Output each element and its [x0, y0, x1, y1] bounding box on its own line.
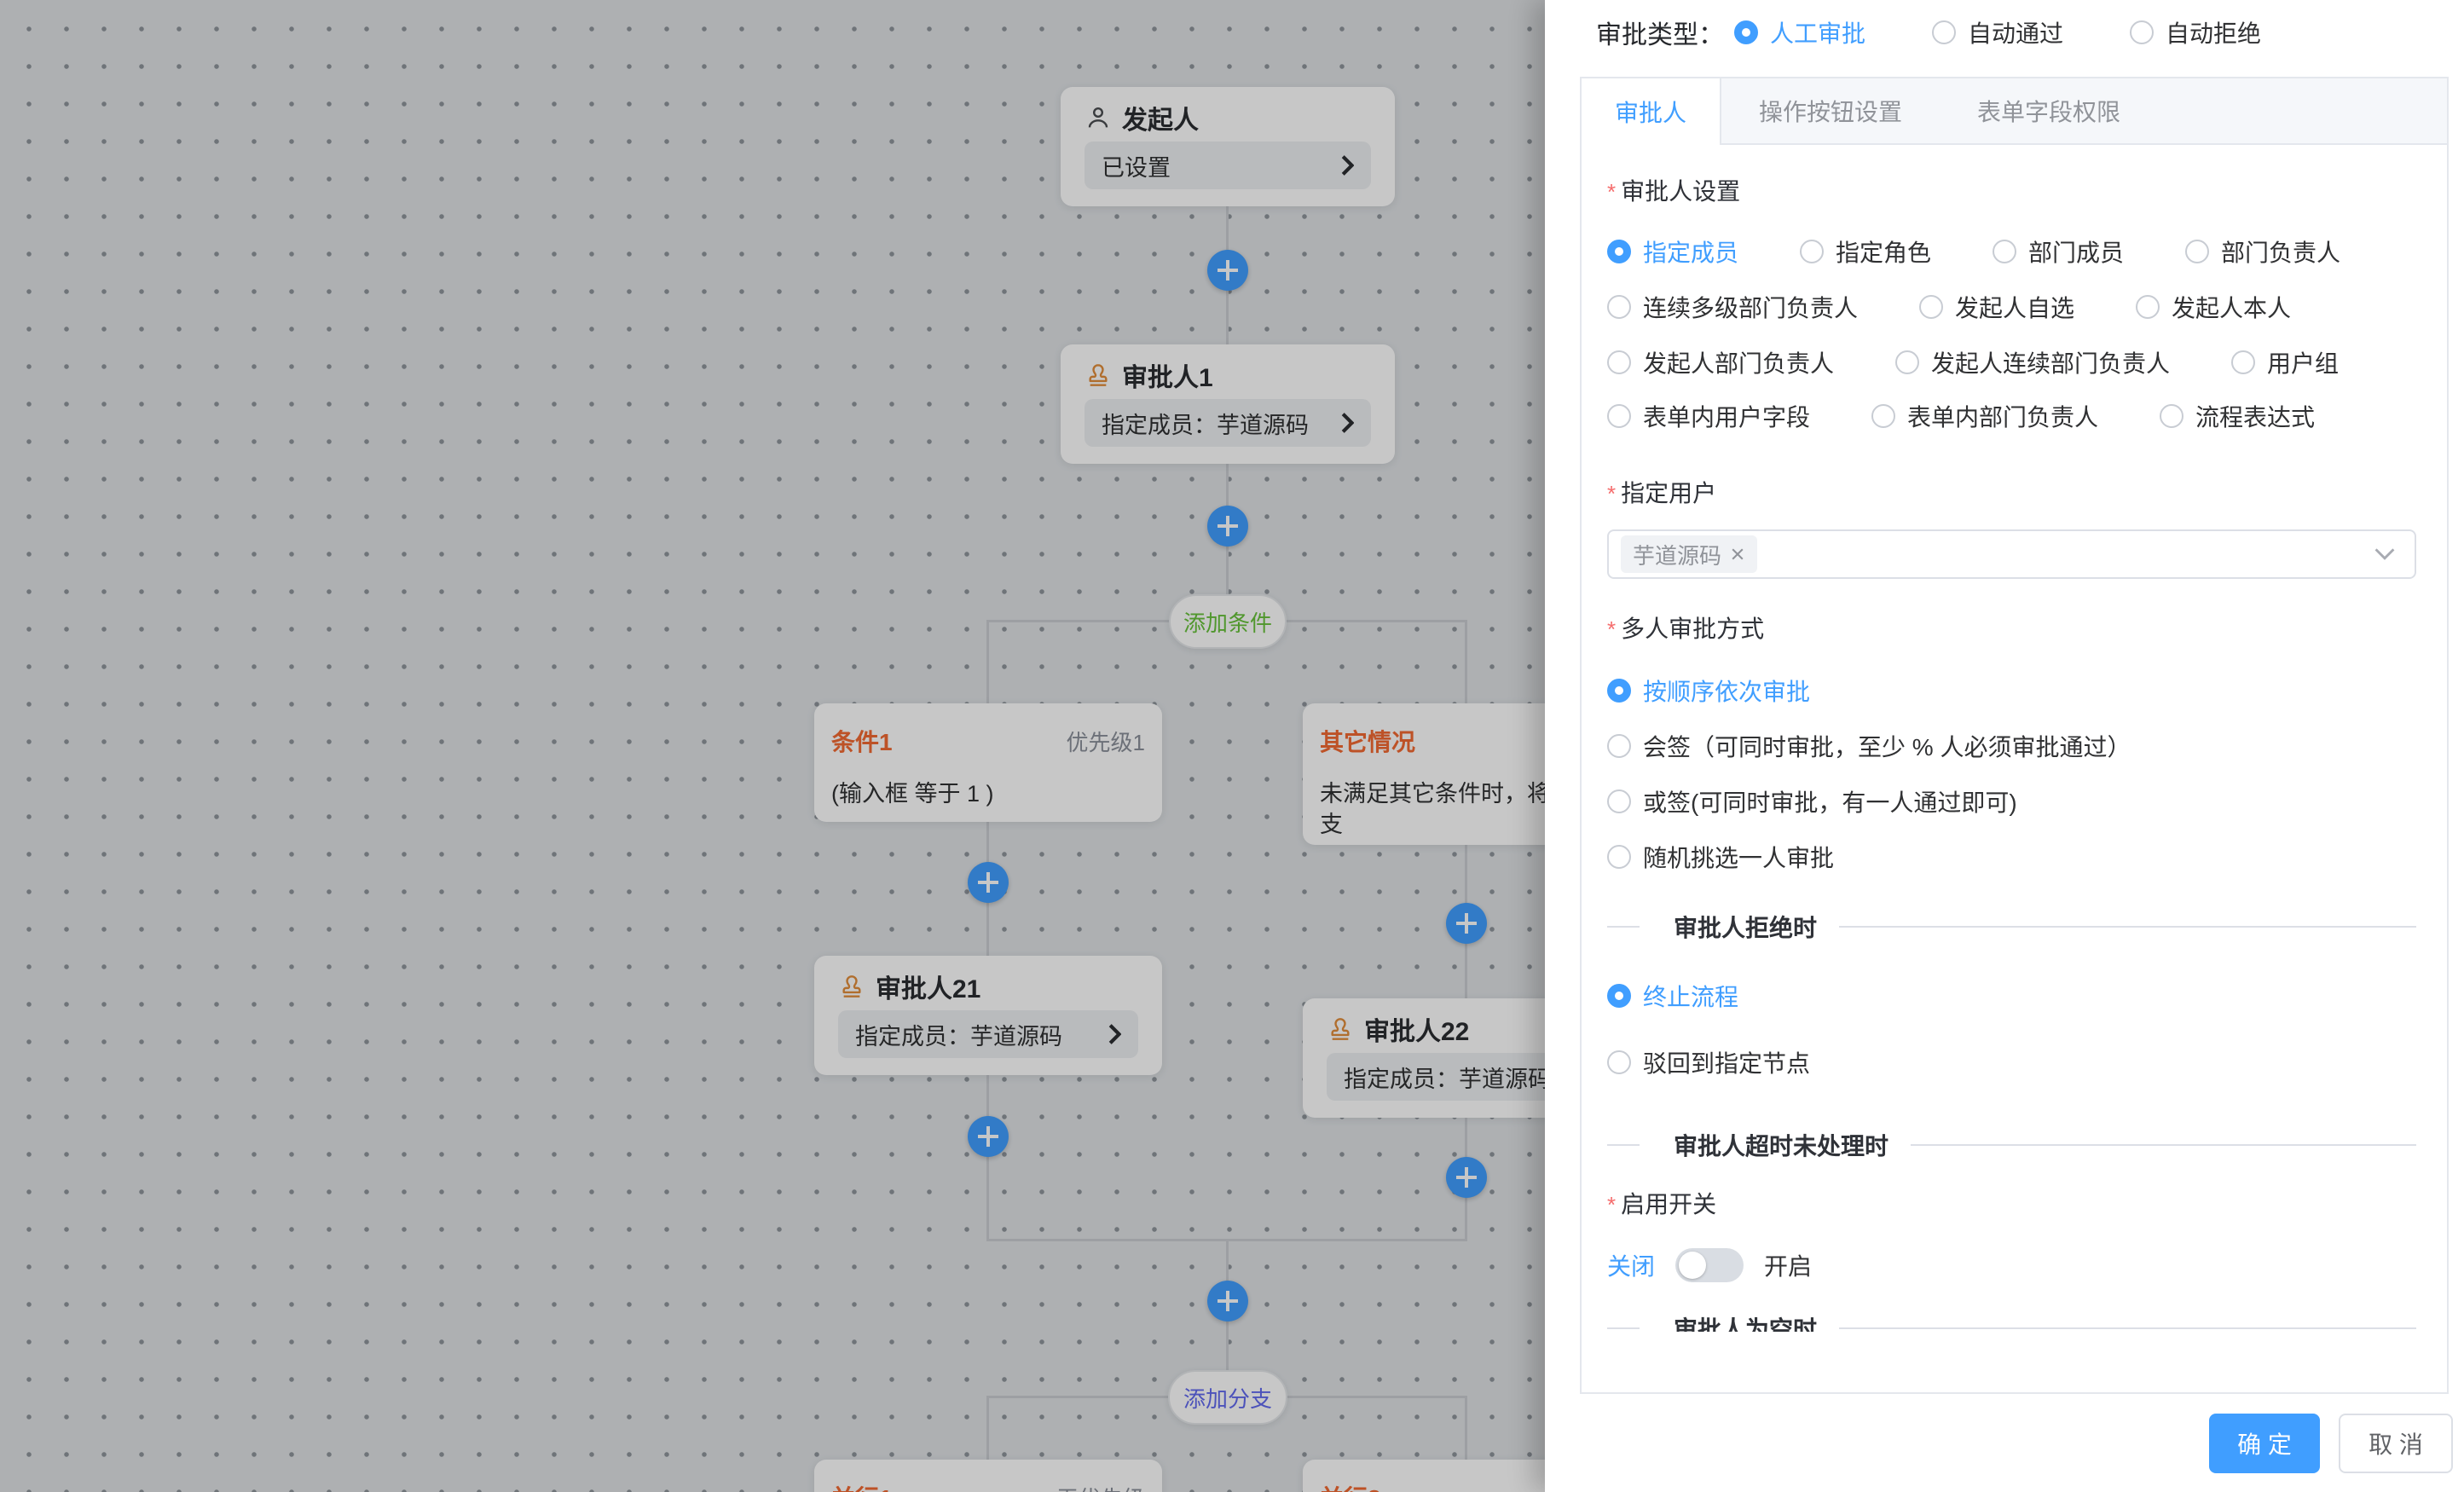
radio-initiator-dept-leader[interactable]: 发起人部门负责人 [1607, 345, 1834, 379]
radio-icon [1607, 295, 1631, 319]
approval-type-group: 审批类型： 人工审批 自动通过 自动拒绝 [1596, 14, 2328, 51]
tab-approver[interactable]: 审批人 [1582, 78, 1721, 145]
radio-icon [2136, 295, 2160, 319]
approval-settings-drawer: 审批类型： 人工审批 自动通过 自动拒绝 审批人 操作按钮设置 表单字段权限 [1545, 0, 2464, 1492]
multi-mode-row: 按顺序依次审批 [1607, 677, 2416, 704]
assign-user-label: 指定用户 [1607, 479, 2416, 508]
reject-divider: 审批人拒绝时 [1607, 912, 2416, 941]
approver-setting-row: 连续多级部门负责人 发起人自选 发起人本人 [1607, 293, 2416, 321]
workflow-designer: 发起人 已设置 审批人1 指定成员：芋道源码 [0, 0, 2464, 1492]
radio-initiator-selects[interactable]: 发起人自选 [1919, 290, 2074, 324]
tag-close-icon[interactable] [1730, 546, 1745, 562]
timeout-divider: 审批人超时未处理时 [1607, 1131, 2416, 1159]
radio-initiator-self[interactable]: 发起人本人 [2136, 290, 2291, 324]
radio-icon [1607, 734, 1631, 758]
radio-icon [2160, 404, 2183, 428]
radio-icon [1871, 404, 1895, 428]
radio-terminate-process[interactable]: 终止流程 [1607, 979, 1738, 1013]
radio-countersign[interactable]: 会签（可同时审批，至少 % 人必须审批通过） [1607, 729, 2131, 763]
radio-icon [1607, 845, 1631, 869]
radio-icon [2185, 240, 2209, 263]
radio-auto-reject[interactable]: 自动拒绝 [2130, 15, 2261, 49]
tab-form-field-permissions[interactable]: 表单字段权限 [1940, 78, 2158, 143]
cancel-button[interactable]: 取 消 [2339, 1414, 2453, 1473]
empty-approver-divider: 审批人为空时 [1607, 1314, 2416, 1332]
radio-icon [1919, 295, 1943, 319]
radio-assigned-member[interactable]: 指定成员 [1607, 234, 1738, 269]
radio-icon [2130, 20, 2154, 44]
reject-row: 驳回到指定节点 [1607, 1049, 2416, 1076]
radio-icon [1993, 240, 2016, 263]
radio-icon [2231, 350, 2255, 374]
modal-dim-overlay [0, 0, 1545, 1492]
user-tag-text: 芋道源码 [1633, 539, 1721, 570]
confirm-button[interactable]: 确 定 [2209, 1414, 2320, 1473]
radio-icon [1607, 679, 1631, 703]
radio-auto-pass[interactable]: 自动通过 [1932, 15, 2063, 49]
assign-user-select[interactable]: 芋道源码 [1607, 529, 2416, 579]
approval-type-label: 审批类型： [1596, 14, 1724, 51]
radio-form-dept-leader[interactable]: 表单内部门负责人 [1871, 399, 2098, 433]
radio-return-to-node[interactable]: 驳回到指定节点 [1607, 1045, 1810, 1079]
radio-random-one[interactable]: 随机挑选一人审批 [1607, 840, 1834, 874]
radio-form-user-field[interactable]: 表单内用户字段 [1607, 399, 1810, 433]
switch-off-label: 关闭 [1607, 1248, 1655, 1282]
radio-icon [1734, 20, 1758, 44]
switch-on-label: 开启 [1764, 1248, 1812, 1282]
approver-setting-row: 指定成员 指定角色 部门成员 部门负责人 [1607, 238, 2416, 265]
user-tag: 芋道源码 [1621, 535, 1757, 573]
radio-multi-level-dept-leader[interactable]: 连续多级部门负责人 [1607, 290, 1858, 324]
radio-icon [1607, 350, 1631, 374]
chevron-down-icon [2374, 547, 2396, 561]
radio-process-expression[interactable]: 流程表达式 [2160, 399, 2315, 433]
radio-orsign[interactable]: 或签(可同时审批，有一人通过即可) [1607, 784, 2017, 818]
radio-assigned-role[interactable]: 指定角色 [1800, 234, 1931, 269]
approver-setting-label: 审批人设置 [1607, 177, 2416, 206]
radio-manual-approval[interactable]: 人工审批 [1734, 15, 1865, 49]
radio-icon [1607, 1050, 1631, 1074]
radio-icon [1932, 20, 1956, 44]
radio-icon [1607, 789, 1631, 813]
timeout-switch-row: 关闭 开启 [1607, 1248, 2416, 1282]
tab-bar: 审批人 操作按钮设置 表单字段权限 [1582, 78, 2447, 145]
multi-mode-row: 随机挑选一人审批 [1607, 843, 2416, 870]
multi-mode-label: 多人审批方式 [1607, 615, 2416, 644]
radio-sequential-approval[interactable]: 按顺序依次审批 [1607, 674, 1810, 708]
radio-icon [1895, 350, 1919, 374]
radio-user-group[interactable]: 用户组 [2231, 345, 2339, 379]
enable-switch-label: 启用开关 [1607, 1190, 2416, 1219]
radio-dept-leader[interactable]: 部门负责人 [2185, 234, 2340, 269]
radio-icon [1607, 240, 1631, 263]
flow-canvas[interactable]: 发起人 已设置 审批人1 指定成员：芋道源码 [0, 0, 1545, 1492]
radio-dept-member[interactable]: 部门成员 [1993, 234, 2124, 269]
reject-row: 终止流程 [1607, 982, 2416, 1009]
multi-mode-row: 会签（可同时审批，至少 % 人必须审批通过） [1607, 732, 2416, 760]
tab-button-settings[interactable]: 操作按钮设置 [1721, 78, 1940, 143]
settings-tabs-card: 审批人 操作按钮设置 表单字段权限 审批人设置 指定成员 指定角色 部门成员 部… [1580, 77, 2449, 1394]
approver-setting-row: 发起人部门负责人 发起人连续部门负责人 用户组 [1607, 349, 2416, 376]
approver-setting-row: 表单内用户字段 表单内部门负责人 流程表达式 [1607, 402, 2416, 430]
tab-body: 审批人设置 指定成员 指定角色 部门成员 部门负责人 连续多级部门负责人 发起人… [1582, 145, 2447, 1332]
switch-knob [1679, 1252, 1706, 1279]
radio-initiator-multi-dept-leader[interactable]: 发起人连续部门负责人 [1895, 345, 2170, 379]
radio-icon [1800, 240, 1824, 263]
multi-mode-row: 或签(可同时审批，有一人通过即可) [1607, 788, 2416, 815]
timeout-enable-switch[interactable] [1675, 1248, 1744, 1282]
radio-icon [1607, 404, 1631, 428]
radio-icon [1607, 984, 1631, 1008]
